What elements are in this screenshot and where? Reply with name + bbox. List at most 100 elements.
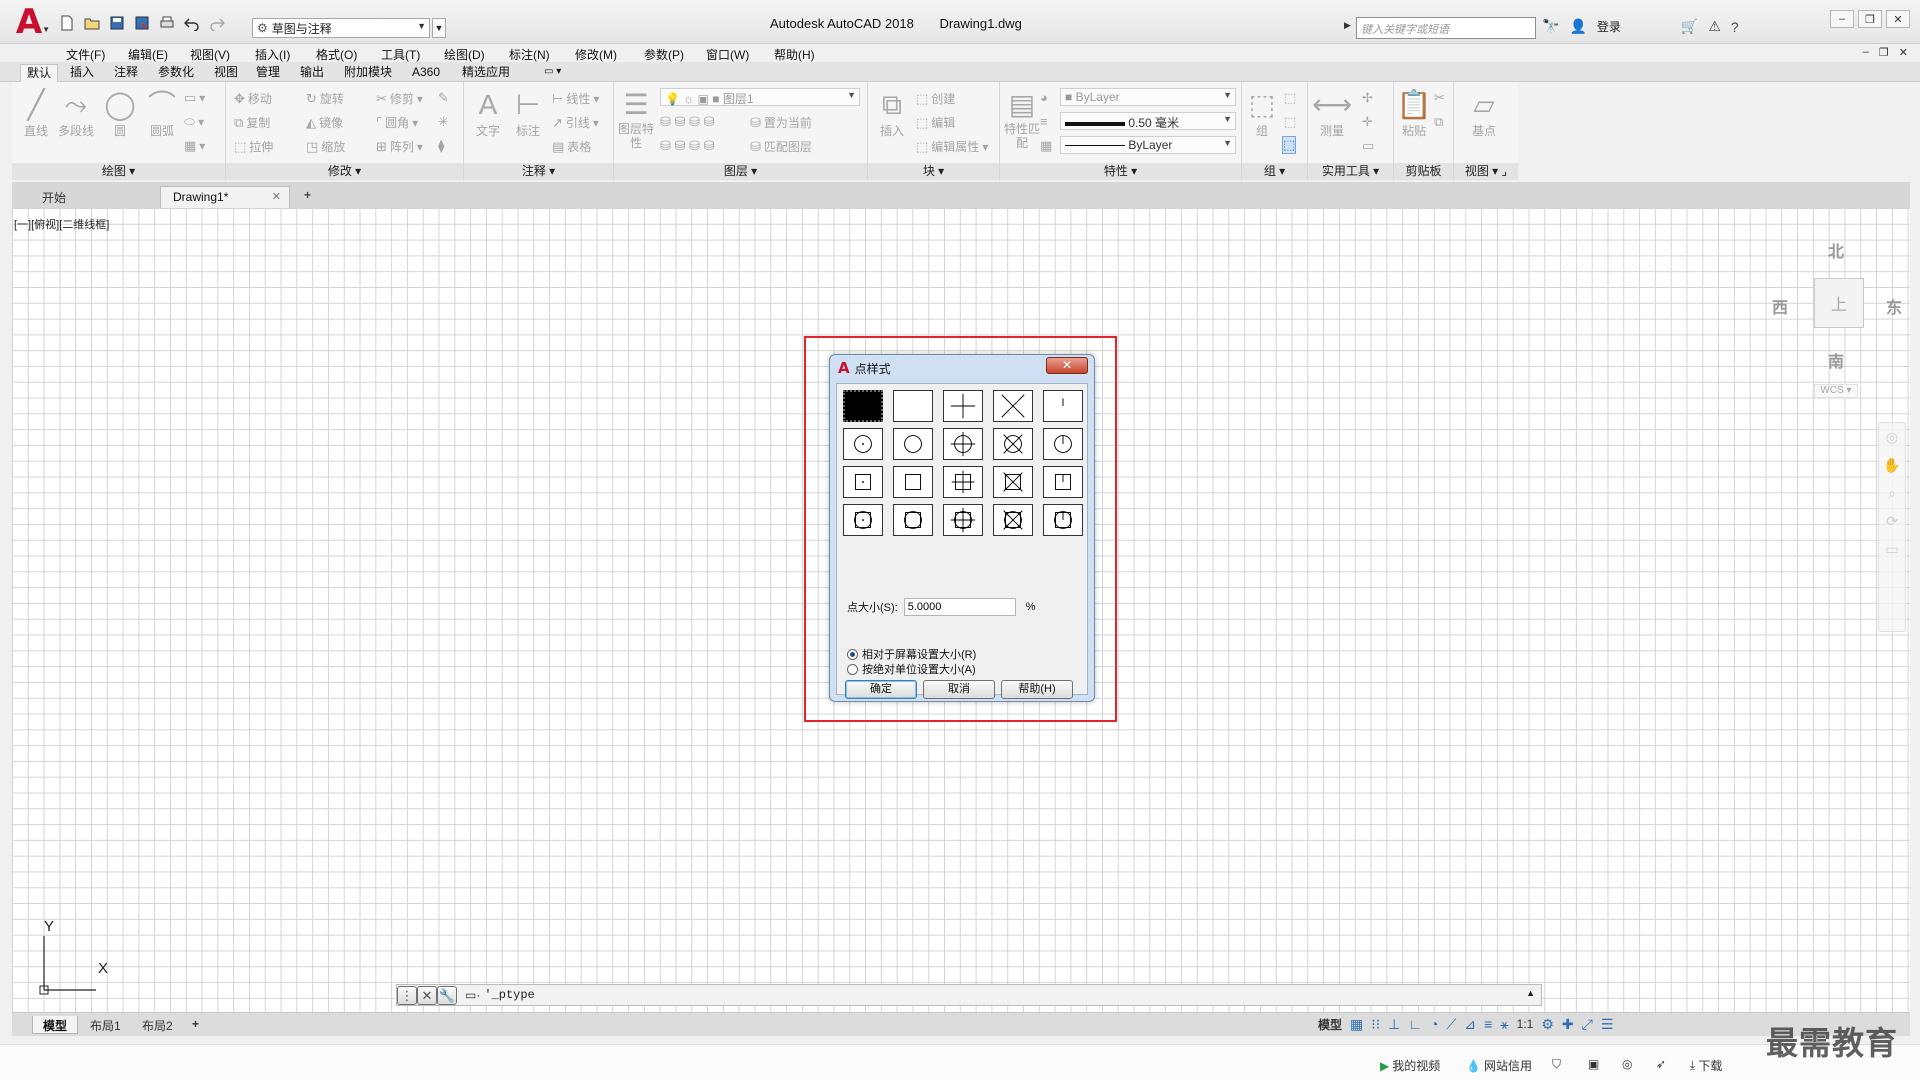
insert-block-tool[interactable]: ⧉ 插入 [872,88,912,139]
ok-button[interactable]: 确定 [845,680,917,699]
orbit-icon[interactable]: ⟳ [1879,507,1905,535]
download-link[interactable]: ⤓ 下载 [1690,1057,1722,1074]
snap-icon[interactable]: ⁝⁝ [1371,1016,1380,1033]
menu-view[interactable]: 视图(V) [190,46,230,63]
calculator-icon[interactable]: ▭ [1362,138,1374,154]
panel-draw-title[interactable]: 绘图 ▾ [12,163,225,180]
panel-groups-title[interactable]: 组 ▾ [1242,163,1307,180]
chevron-up-icon[interactable]: ▲ [1526,988,1535,998]
customize-icon[interactable]: ☰ [1601,1016,1614,1033]
tab-drawing1[interactable]: Drawing1* ✕ [160,186,290,208]
close-icon[interactable]: ✕ [1886,10,1910,28]
quick-select-icon[interactable]: ✢ [1362,90,1373,106]
point-style-circle-plus[interactable] [943,428,983,460]
table-tool[interactable]: ▤ 表格 [552,138,591,155]
scale-tool[interactable]: ◳ 缩放 [306,138,345,155]
search-input[interactable]: 键入关键字或短语 [1356,17,1536,39]
stretch-tool[interactable]: ⬚ 拉伸 [234,138,273,155]
close-icon[interactable]: ✕ [272,190,281,203]
line-tool[interactable]: ╱ 直线 [16,88,56,139]
tab-featured-apps[interactable]: 精选应用 [456,64,516,82]
polar-icon[interactable]: ◔ [1430,1016,1438,1032]
radio-absolute-row[interactable]: 按绝对单位设置大小(A) [847,661,976,677]
copy-tool[interactable]: ⧉ 复制 [234,114,270,131]
ellipse-tool[interactable]: ⬭ ▾ [184,114,204,130]
linetype-select[interactable]: ByLayer ▼ [1060,136,1236,154]
hatch-tool[interactable]: ▦ ▾ [184,138,205,154]
layout-tab-2[interactable]: 布局2 [132,1016,183,1034]
help-button[interactable]: 帮助(H) [1001,680,1073,699]
color-wheel-icon[interactable]: ◕ [1040,90,1048,105]
close-icon[interactable]: ✕ [417,985,437,1005]
point-style-square-plus[interactable] [943,466,983,498]
ungroup-icon[interactable]: ⬚ [1284,90,1296,106]
login-link[interactable]: 登录 [1597,18,1621,35]
viewcube-west[interactable]: 西 [1772,294,1788,318]
point-style-circle-square-dot[interactable] [843,504,883,536]
viewcube-top[interactable]: 上 [1814,278,1864,328]
menu-insert[interactable]: 插入(I) [255,46,290,63]
tab-a360[interactable]: A360 [406,64,446,82]
infer-icon[interactable]: ⊥ [1388,1016,1400,1033]
tab-addins[interactable]: 附加模块 [338,64,398,82]
viewcube-east[interactable]: 东 [1886,294,1902,318]
match-properties-tool[interactable]: ▤ 特性匹配 [1002,88,1042,150]
chevron-right-icon[interactable]: ▶ [1344,20,1351,31]
point-style-square-tick[interactable] [1043,466,1083,498]
panel-layers-title[interactable]: 图层 ▾ [614,163,867,180]
linear-dim-tool[interactable]: ⊢ 线性 ▾ [552,90,599,107]
layer-select[interactable]: 💡 ☼ ▣ ■ 图层1 ▼ [660,88,860,106]
explode-tool[interactable]: ✳ [438,114,449,130]
undo-icon[interactable] [183,14,201,32]
paste-tool[interactable]: 📋 粘贴 [1394,88,1434,139]
settings-gear-icon[interactable]: ⚙ [1541,1016,1554,1033]
redo-icon[interactable] [208,14,226,32]
tab-view[interactable]: 视图 [208,64,244,82]
menu-file[interactable]: 文件(F) [66,46,105,63]
restore-icon[interactable]: ❐ [1858,10,1882,28]
wcs-menu[interactable]: WCS ▾ [1814,384,1858,398]
menu-parametric[interactable]: 参数(P) [644,46,684,63]
scale-readout[interactable]: 1:1 [1517,1017,1534,1031]
text-tool[interactable]: A 文字 [468,88,508,139]
viewport-controls[interactable]: [一][俯视][二维线框] [14,216,109,232]
create-block-tool[interactable]: ⬚ 创建 [916,90,955,107]
polyline-tool[interactable]: ⤳ 多段线 [56,88,96,139]
annotation-scale-icon[interactable]: ⚹ [1500,1016,1508,1033]
save-icon[interactable] [108,14,126,32]
rotate-tool[interactable]: ↻ 旋转 [306,90,344,107]
new-file-icon[interactable] [58,14,76,32]
layout-tab-model[interactable]: 模型 [32,1016,79,1034]
point-style-tick[interactable] [1043,390,1083,422]
steering-wheel-icon[interactable]: ◎ [1879,423,1905,451]
panel-annotation-title[interactable]: 注释 ▾ [464,163,613,180]
pan-icon[interactable]: ✋ [1879,451,1905,479]
base-view-tool[interactable]: ▱ 基点 [1464,88,1504,139]
mirror-tool[interactable]: ◭ 镜像 [306,114,343,131]
dimension-tool[interactable]: ⊢ 标注 [508,88,548,139]
add-layout-button[interactable]: + [182,1016,209,1034]
fillet-tool[interactable]: ⌜ 圆角 ▾ [376,114,418,131]
restore-icon[interactable]: ❐ [1879,46,1889,59]
panel-view-title[interactable]: 视图 ▾ ⌟ [1454,163,1518,180]
workspace-switch-icon[interactable]: ✚ [1562,1016,1574,1033]
save-as-icon[interactable] [133,14,151,32]
point-icon[interactable]: ✛ [1362,114,1373,130]
menu-window[interactable]: 窗口(W) [706,46,749,63]
grid-icon[interactable]: ▦ [1350,1016,1363,1033]
viewcube-north[interactable]: 北 [1828,238,1844,262]
osnap-icon[interactable]: ⊿ [1464,1016,1476,1033]
layer-properties-tool[interactable]: ☰ 图层特性 [616,88,656,150]
zoom-icon[interactable]: ⌕ [1879,479,1905,507]
menu-dimension[interactable]: 标注(N) [509,46,550,63]
minimize-icon[interactable]: – [1830,10,1854,28]
layer-tools-row2[interactable]: ⛁ ⛁ ⛁ ⛁ [660,138,714,154]
panel-utilities-title[interactable]: 实用工具 ▾ [1308,163,1393,180]
lineweight-icon[interactable]: ≡ [1040,114,1048,129]
tab-insert[interactable]: 插入 [64,64,100,82]
point-style-square[interactable] [893,466,933,498]
wrench-icon[interactable]: 🔧 [437,985,457,1005]
circle-tool[interactable]: ◯ 圆 [100,88,140,139]
radio-relative[interactable] [847,648,858,660]
isodraft-icon[interactable]: ⟋ [1447,1016,1457,1033]
